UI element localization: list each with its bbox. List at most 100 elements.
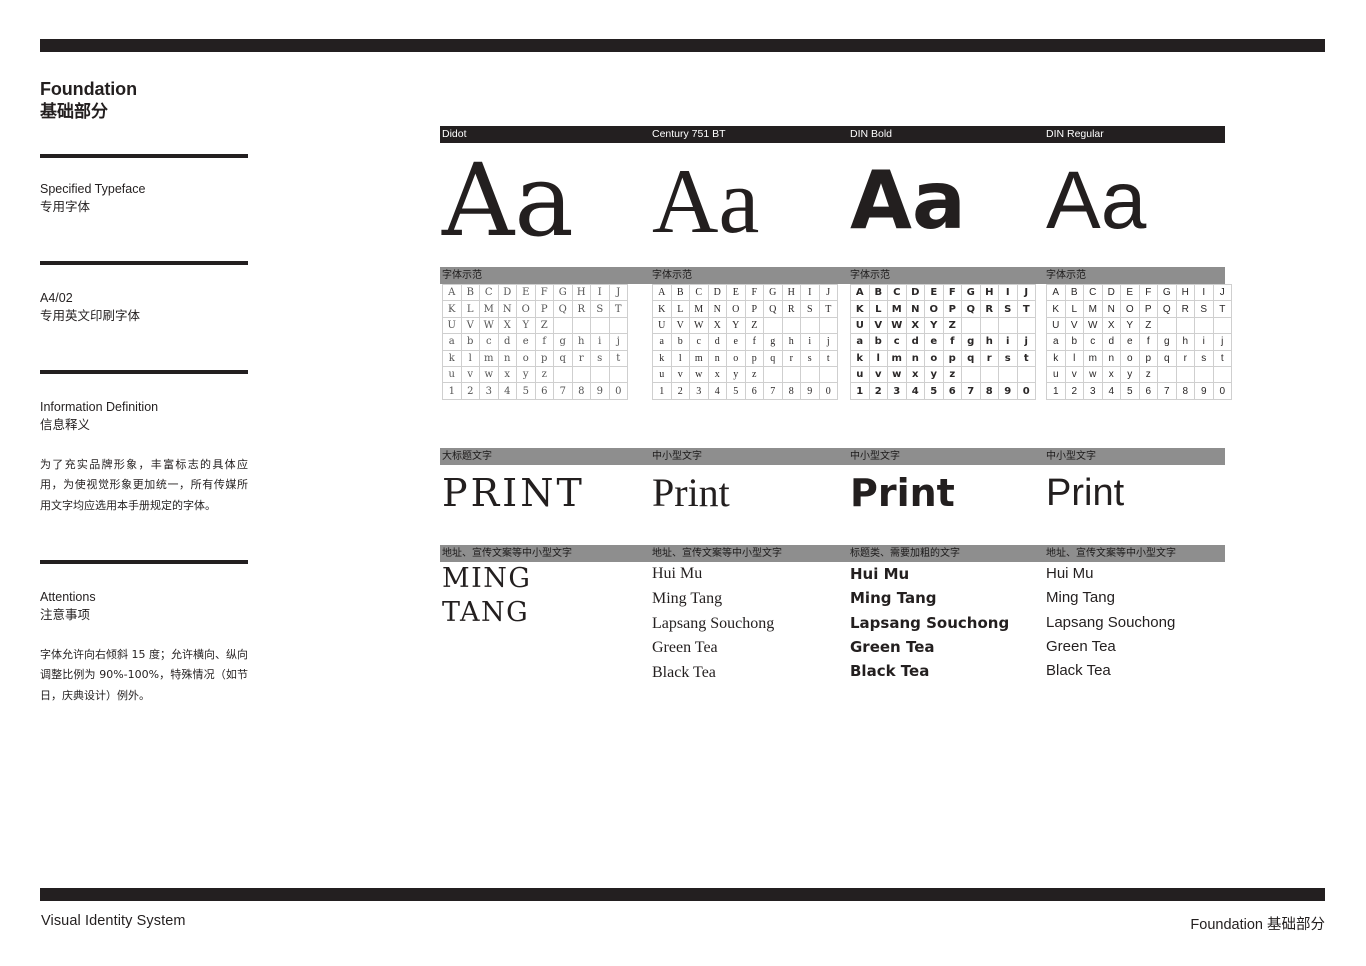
glyph-cell xyxy=(763,365,783,384)
print-sample-din-regular: Print xyxy=(1046,472,1125,514)
glyph-cell: M xyxy=(1083,300,1103,318)
glyph-cell: 8 xyxy=(781,382,801,400)
section-information-definition-en: Information Definition xyxy=(40,400,159,415)
glyph-cell: p xyxy=(534,349,554,367)
glyph-cell: f xyxy=(744,333,764,351)
glyph-cell: 7 xyxy=(763,382,783,400)
glyph-cell xyxy=(1157,365,1177,384)
glyph-cell: 1 xyxy=(652,382,672,400)
glyph-cell: C xyxy=(479,283,499,302)
glyph-cell: U xyxy=(442,316,462,335)
glyph-cell: 7 xyxy=(1157,382,1177,400)
glyph-cell: Z xyxy=(744,316,764,335)
glyph-band-label-4: 字体示范 xyxy=(1046,270,1086,281)
glyph-cell xyxy=(1194,316,1214,335)
bottom-rule xyxy=(40,888,1325,901)
glyph-grid-didot: ABCDEFGHIJKLMNOPQRSTUVWXYZabcdefghijklmn… xyxy=(442,283,628,400)
glyph-cell: A xyxy=(652,283,672,302)
top-rule xyxy=(40,39,1325,52)
glyph-cell: m xyxy=(689,349,709,367)
glyph-cell: I xyxy=(1194,283,1214,302)
glyph-row: abcdefghij xyxy=(850,333,1036,351)
glyph-cell: i xyxy=(800,333,820,351)
glyph-cell: g xyxy=(553,333,573,351)
glyph-cell: 1 xyxy=(442,382,462,400)
information-definition-body: 为了充实品牌形象，丰富标志的具体应用，为使视觉形象更加统一，所有传媒所用文字均应… xyxy=(40,457,248,512)
word-sample-line: Green Tea xyxy=(1046,637,1116,655)
glyph-cell: c xyxy=(479,333,499,351)
glyph-cell: u xyxy=(1046,365,1066,384)
glyph-cell: o xyxy=(1120,349,1140,367)
glyph-cell: T xyxy=(1016,300,1036,318)
glyph-cell: D xyxy=(707,283,727,302)
glyph-cell: F xyxy=(1138,283,1158,302)
glyph-cell: M xyxy=(689,300,709,318)
glyph-cell: i xyxy=(1194,333,1214,351)
glyph-cell: p xyxy=(744,349,764,367)
glyph-cell: G xyxy=(1157,283,1177,302)
usage-band-label-4: 地址、宣传文案等中小型文字 xyxy=(1046,548,1176,559)
glyph-cell: d xyxy=(1101,333,1121,351)
glyph-cell: b xyxy=(670,333,690,351)
glyph-cell: U xyxy=(652,316,672,335)
glyph-cell: w xyxy=(689,365,709,384)
section-specified-typeface-cn: 专用字体 xyxy=(40,199,91,215)
glyph-cell: z xyxy=(534,365,554,384)
glyph-cell: H xyxy=(979,283,999,302)
glyph-row: 1234567890 xyxy=(1046,382,1232,400)
glyph-cell xyxy=(800,316,820,335)
glyph-cell: y xyxy=(726,365,746,384)
glyph-cell xyxy=(608,365,628,384)
glyph-row: KLMNOPQRST xyxy=(850,300,1036,318)
glyph-cell xyxy=(608,316,628,335)
glyph-row: uvwxyz xyxy=(442,365,628,384)
glyph-cell: m xyxy=(479,349,499,367)
glyph-cell xyxy=(961,316,981,335)
glyph-cell: B xyxy=(868,283,888,302)
typeface-name-didot: Didot xyxy=(442,128,467,140)
glyph-cell: I xyxy=(998,283,1018,302)
glyph-cell: z xyxy=(744,365,764,384)
glyph-cell: 0 xyxy=(1212,382,1232,400)
size-band-label-2: 中小型文字 xyxy=(652,451,702,462)
glyph-cell: A xyxy=(442,283,462,302)
glyph-cell: p xyxy=(1138,349,1158,367)
glyph-cell: 4 xyxy=(1101,382,1121,400)
glyph-cell xyxy=(553,365,573,384)
section-attentions-en: Attentions xyxy=(40,589,96,604)
application-usage-band: 地址、宣传文案等中小型文字 地址、宣传文案等中小型文字 标题类、需要加粗的文字 … xyxy=(440,545,1225,562)
glyph-cell: I xyxy=(590,283,610,302)
glyph-cell: S xyxy=(590,300,610,318)
word-sample-line: Hui Mu xyxy=(652,565,703,582)
glyph-cell: s xyxy=(998,349,1018,367)
glyph-cell: y xyxy=(924,365,944,384)
glyph-cell: g xyxy=(1157,333,1177,351)
glyph-row: abcdefghij xyxy=(652,333,838,351)
glyph-cell: X xyxy=(1101,316,1121,335)
glyph-cell: j xyxy=(818,333,838,351)
glyph-cell: J xyxy=(608,283,628,302)
typeface-name-din-regular: DIN Regular xyxy=(1046,128,1104,140)
glyph-cell xyxy=(961,365,981,384)
glyph-cell: 2 xyxy=(670,382,690,400)
glyph-cell: C xyxy=(887,283,907,302)
glyph-cell: I xyxy=(800,283,820,302)
glyph-row: UVWXYZ xyxy=(1046,316,1232,335)
glyph-cell: j xyxy=(1016,333,1036,351)
glyph-cell: S xyxy=(998,300,1018,318)
glyph-band-label-1: 字体示范 xyxy=(442,270,482,281)
glyph-row: UVWXYZ xyxy=(652,316,838,335)
word-list-din-regular: Hui Mu Ming Tang Lapsang Souchong Green Tea… xyxy=(1046,562,1175,683)
glyph-cell: Q xyxy=(1157,300,1177,318)
glyph-row: KLMNOPQRST xyxy=(652,300,838,318)
glyph-cell: R xyxy=(571,300,591,318)
glyph-cell: S xyxy=(800,300,820,318)
glyph-cell: 7 xyxy=(961,382,981,400)
glyph-cell: k xyxy=(652,349,672,367)
glyph-cell: 6 xyxy=(1138,382,1158,400)
glyph-cell: Y xyxy=(1120,316,1140,335)
glyph-cell: u xyxy=(442,365,462,384)
glyph-cell: l xyxy=(670,349,690,367)
glyph-cell: M xyxy=(887,300,907,318)
glyph-cell: 2 xyxy=(868,382,888,400)
